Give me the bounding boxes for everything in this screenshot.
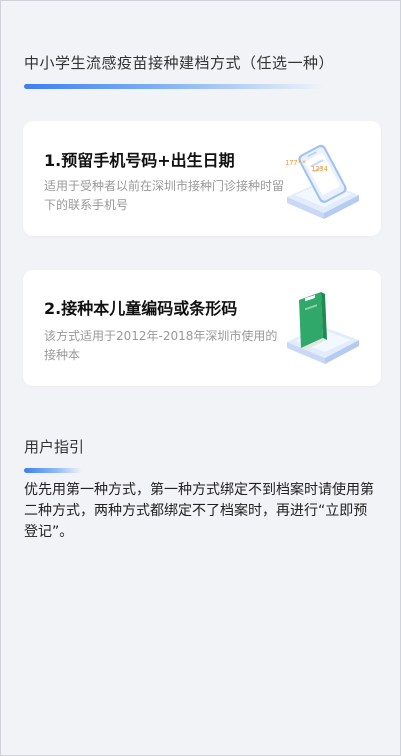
guide-title: 用户指引 (24, 438, 85, 456)
option-card-booklet[interactable]: 2.接种本儿童编码或条形码 该方式适用于2012年-2018年深圳市使用的接种本 (23, 270, 381, 386)
svg-text:1234: 1234 (311, 165, 328, 173)
phone-icon: 177** 1234 (285, 144, 359, 219)
guide-underline (24, 468, 82, 473)
title-underline (24, 84, 324, 89)
svg-text:177**: 177** (285, 159, 306, 167)
option-card-phone[interactable]: 1.预留手机号码+出生日期 适用于受种者以前在深圳市接种门诊接种时留下的联系手机… (23, 121, 381, 236)
vaccination-booklet-icon (287, 292, 359, 364)
option-description: 该方式适用于2012年-2018年深圳市使用的接种本 (44, 329, 278, 362)
option-description: 适用于受种者以前在深圳市接种门诊接种时留下的联系手机号 (44, 179, 285, 212)
guide-text: 优先用第一种方式，第一种方式绑定不到档案时请使用第二种方式，两种方式都绑定不了档… (24, 482, 374, 540)
page-title: 中小学生流感疫苗接种建档方式（任选一种） (24, 54, 335, 72)
option-title: 2.接种本儿童编码或条形码 (44, 299, 238, 318)
option-title: 1.预留手机号码+出生日期 (44, 151, 235, 170)
